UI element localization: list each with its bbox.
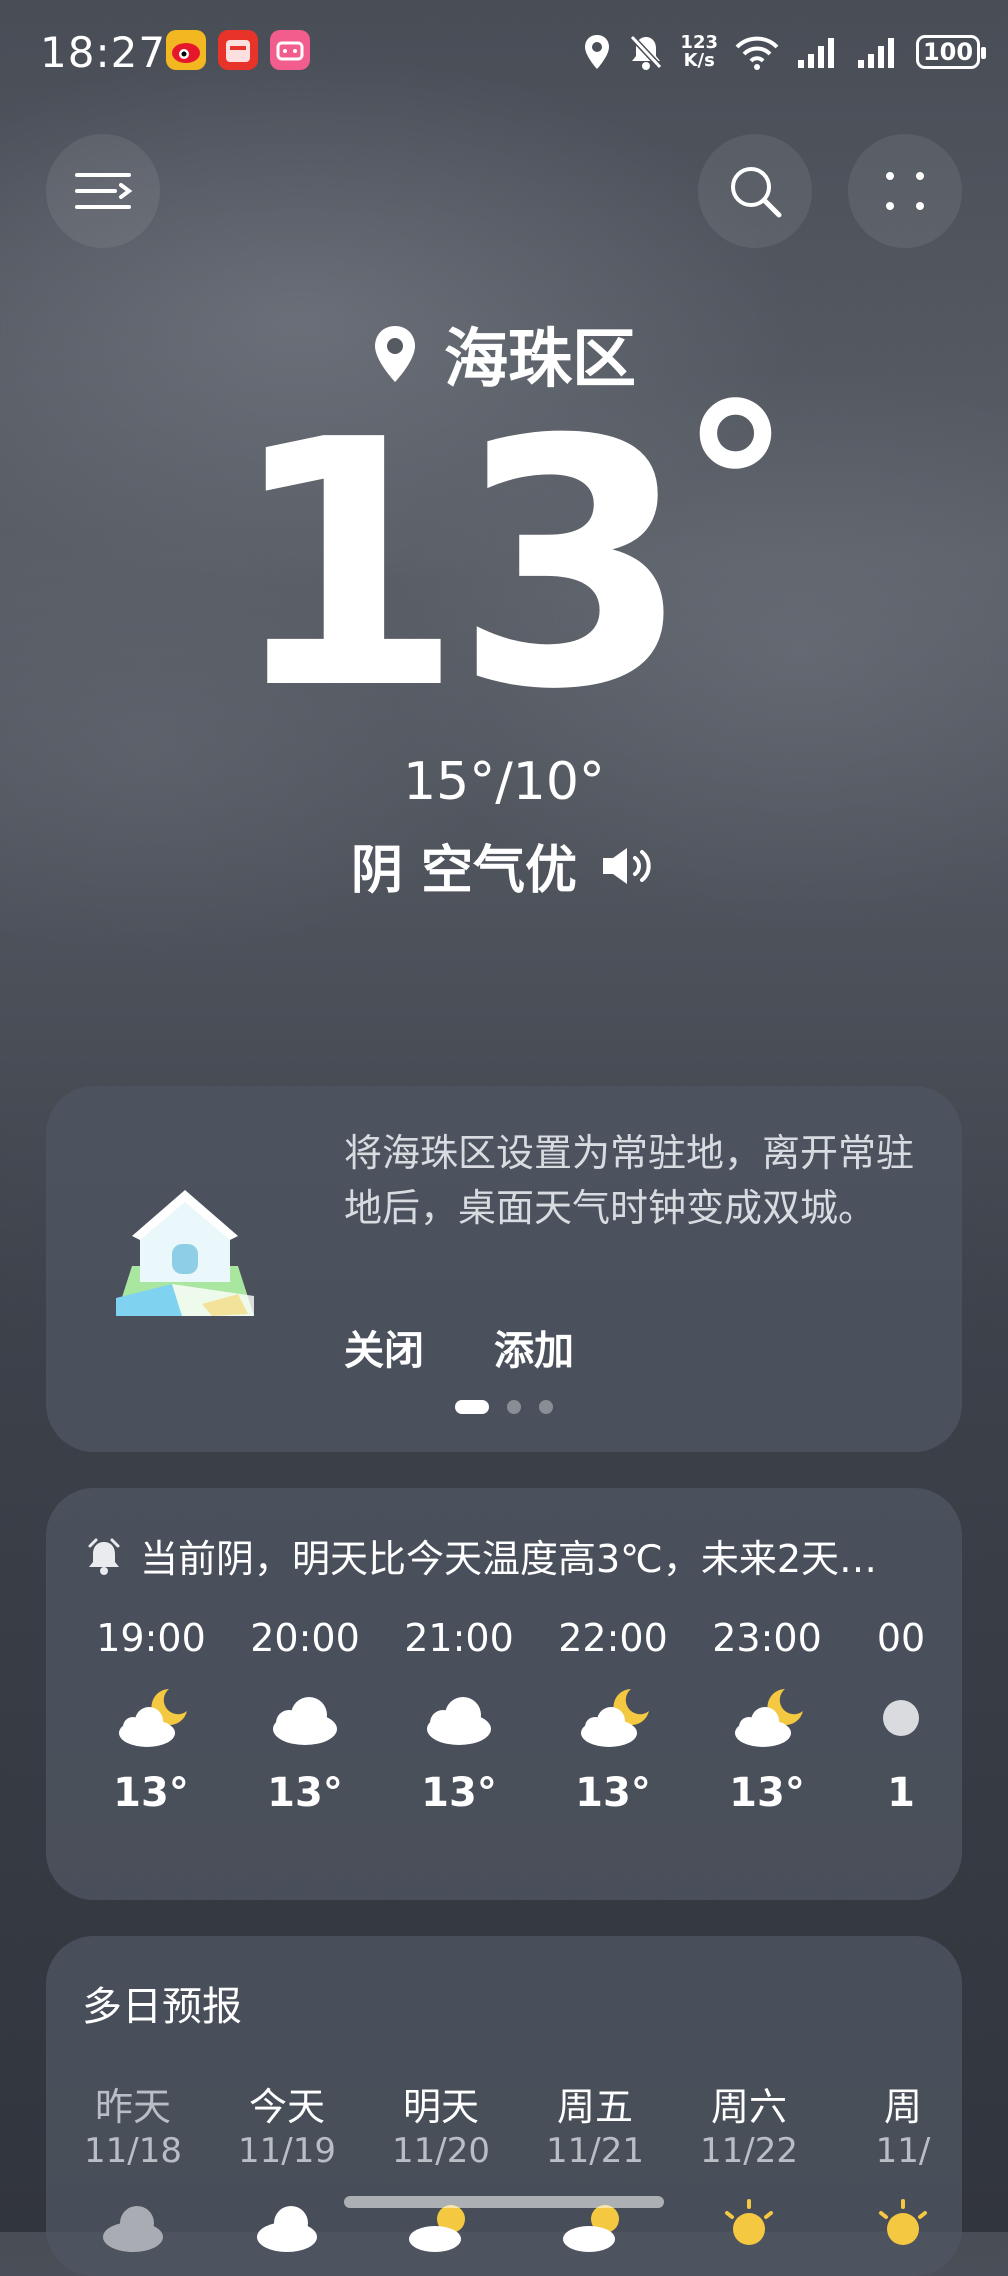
network-speed: 123 K/s: [680, 32, 718, 71]
weather-alert[interactable]: 当前阴，明天比今天温度高3℃，未来2天…: [86, 1528, 877, 1583]
day-item: 周 11/: [826, 2076, 962, 2257]
cloud-icon: [257, 2206, 317, 2252]
sun-icon: [879, 2199, 927, 2245]
menu-button[interactable]: [46, 134, 160, 248]
page-indicator: [46, 1400, 962, 1414]
status-bar: 18:27 123 K/s 100: [0, 0, 1008, 100]
speaker-icon[interactable]: [599, 844, 657, 888]
hour-item: 22:00 13°: [558, 1616, 668, 1816]
status-time: 18:27: [40, 28, 167, 77]
hour-item: 23:00 13°: [712, 1616, 822, 1816]
hour-item: 20:00 13°: [250, 1616, 360, 1816]
more-dots-icon: [886, 172, 924, 210]
daily-forecast-card[interactable]: 多日预报 昨天 11/18 今天 11/19 明天 11/20 周五 11/21…: [46, 1936, 962, 2276]
temperature-range: 15°/10°: [403, 752, 605, 812]
alarm-icon: [88, 1538, 120, 1575]
hour-item: 19:00 13°: [96, 1616, 206, 1816]
moon-cloud-icon: [735, 1689, 803, 1747]
search-button[interactable]: [698, 134, 812, 248]
signal-1-icon: [798, 38, 834, 68]
hour-item: 21:00 13°: [404, 1616, 514, 1816]
cloud-icon: [427, 1697, 491, 1745]
condition-text: 阴 空气优: [350, 841, 578, 901]
signal-2-icon: [858, 38, 894, 68]
day-item: 明天 11/20: [364, 2076, 518, 2257]
day-item: 周五 11/21: [518, 2076, 672, 2257]
cloud-icon: [273, 1697, 337, 1745]
moon-icon: [883, 1700, 919, 1736]
current-temperature: 13°: [227, 358, 790, 764]
page-dot-3: [539, 1400, 553, 1414]
daily-title: 多日预报: [82, 1984, 242, 2030]
more-options-button[interactable]: [848, 134, 962, 248]
search-icon: [731, 167, 782, 218]
alert-text: 当前阴，明天比今天温度高3℃，未来2天…: [140, 1537, 878, 1581]
moon-cloud-icon: [119, 1689, 187, 1747]
add-button[interactable]: 添加: [494, 1318, 574, 1376]
page-dot-1: [455, 1400, 489, 1414]
cloud-icon: [103, 2206, 163, 2252]
day-item: 今天 11/19: [210, 2076, 364, 2257]
menu-icon: [75, 173, 133, 209]
close-button[interactable]: 关闭: [344, 1318, 424, 1376]
hourly-forecast-card[interactable]: 当前阴，明天比今天温度高3℃，未来2天… 19:00 13° 20:00 13°…: [46, 1488, 962, 1900]
status-icons: 123 K/s 100: [582, 28, 986, 76]
battery-indicator: 100: [916, 35, 986, 69]
sun-icon: [725, 2199, 773, 2245]
page-dot-2: [507, 1400, 521, 1414]
condition-row: 阴 空气优: [0, 828, 1008, 903]
day-item: 昨天 11/18: [56, 2076, 210, 2257]
wifi-icon: [735, 36, 779, 70]
hourly-list[interactable]: 19:00 13° 20:00 13° 21:00 13° 22:00 13° …: [74, 1616, 962, 1816]
location-status-icon: [585, 35, 610, 69]
home-indicator[interactable]: [344, 2196, 664, 2208]
moon-cloud-icon: [581, 1689, 649, 1747]
bilibili-app-icon: [270, 30, 310, 70]
home-map-icon: [116, 1190, 254, 1316]
shopping-app-icon: [218, 30, 258, 70]
hour-item: 00 1: [824, 1616, 962, 1816]
mute-bell-icon: [630, 34, 663, 70]
resident-location-card: 将海珠区设置为常驻地，离开常驻地后，桌面天气时钟变成双城。 关闭 添加: [46, 1086, 962, 1452]
day-item: 周六 11/22: [672, 2076, 826, 2257]
weibo-app-icon: [166, 30, 206, 70]
tip-message: 将海珠区设置为常驻地，离开常驻地后，桌面天气时钟变成双城。: [344, 1131, 915, 1230]
daily-list[interactable]: 昨天 11/18 今天 11/19 明天 11/20 周五 11/21 周六 1…: [46, 2076, 962, 2257]
